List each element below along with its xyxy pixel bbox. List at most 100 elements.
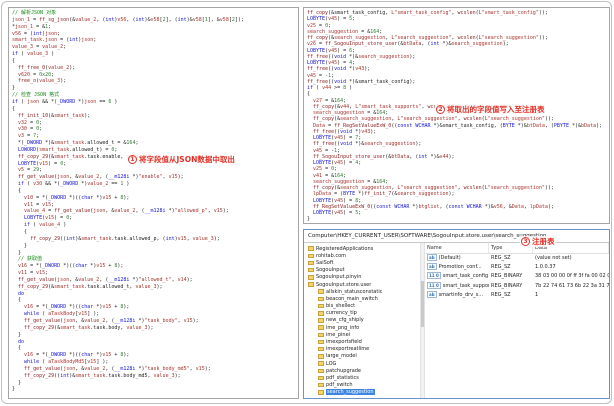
registry-tree-item[interactable]: rohitab.com: [304, 252, 420, 259]
circled-number-1-icon: 1: [128, 155, 137, 164]
value-type: REG_SZ: [491, 255, 511, 261]
code-line: v11 = v15;: [18, 270, 49, 277]
folder-icon: [308, 260, 314, 266]
code-line: if ( value_4 ): [24, 222, 67, 229]
annotation-2: 2 将取出的字段值写入至注册表: [435, 104, 546, 115]
tree-item-label: beacon_main_switch: [326, 295, 378, 302]
annotation-1: 1 将字段值从JSON数据中取出: [127, 154, 236, 165]
registry-tree-item[interactable]: RegisteredApplications: [304, 245, 420, 252]
folder-icon: [318, 382, 324, 388]
registry-tree-item[interactable]: LOG: [304, 360, 420, 367]
tree-item-label: large_model: [326, 353, 357, 360]
code-line: if ( json && *(_DWORD *)json == 6 ): [12, 98, 118, 105]
tree-item-label: ime_png_info: [326, 324, 360, 331]
code-line: LOWORD(smart_task.allowed_t) = 0;: [18, 146, 118, 153]
registry-editor-panel: Computer\HKEY_CURRENT_USER\SOFTWARE\Sogo…: [303, 229, 610, 399]
registry-tree-item[interactable]: pdf_switch: [304, 382, 420, 389]
code-line: }: [12, 386, 16, 393]
tree-item-label: RegisteredApplications: [316, 245, 374, 252]
code-line: if ( value_3 ): [12, 51, 55, 58]
code-line: while ( aTaskBodyMd5[v15] );: [24, 359, 109, 366]
code-line: json_1 = ff_sg_json(&value_2, (int)v56, …: [12, 16, 244, 23]
code-line: v16 = *(_DWORD *)((char *)v15 + 8);: [18, 263, 124, 270]
code-line: v56 = (int)json;: [12, 30, 61, 37]
code-line: ff_init_10(&smart_task);: [18, 112, 91, 119]
registry-tree-item[interactable]: SogouInput.pinyin: [304, 274, 420, 281]
code-line: do: [18, 338, 25, 345]
registry-address-bar[interactable]: Computer\HKEY_CURRENT_USER\SOFTWARE\Sogo…: [304, 230, 609, 243]
registry-tree-item[interactable]: large_model: [304, 353, 420, 360]
registry-tree-item[interactable]: SogouInput.store.user: [304, 281, 420, 288]
registry-value-row[interactable]: 11 0 smart_task_config REG_BINARY 38 03 00 …: [425, 272, 609, 281]
folder-icon: [318, 390, 324, 395]
code-line: ff_copy_29(&smart_task.task.body, value_…: [24, 324, 154, 331]
ida-pseudocode-panel-registry-write: ff_copy(&smart_task_config, L"smart_task…: [303, 7, 610, 224]
registry-tree-item[interactable]: imexportreatlime: [304, 346, 420, 353]
code-line: value_3 = value_2;: [12, 44, 67, 51]
figure-frame: // 解析JSON 对象 json_1 = ff_sg_json(&value_2…: [1, 1, 612, 404]
registry-tree-item[interactable]: new_cfg_shiply: [304, 317, 420, 324]
tree-scrollbar[interactable]: [420, 243, 425, 398]
value-data: 1.0.0.37: [535, 264, 556, 271]
value-type: REG_SZ: [491, 264, 511, 271]
code-line: {: [12, 187, 22, 194]
folder-icon: [308, 267, 314, 273]
registry-tree-item[interactable]: search_suggestion: [304, 389, 420, 396]
code-line: // 检查 JSON 格式: [12, 92, 60, 99]
folder-icon: [318, 354, 324, 359]
registry-value-row[interactable]: ab Promotion_conf... REG_SZ 1.0.0.37: [425, 263, 609, 272]
code-line: {: [12, 105, 16, 112]
registry-tree-item[interactable]: ime_png_info: [304, 324, 420, 331]
code-line: {: [12, 297, 22, 304]
code-line: {: [12, 229, 28, 235]
tree-item-label: allskin_statusconstatic: [326, 288, 383, 295]
code-listing-registry-write: ff_copy(&smart_task_config, L"smart_task…: [304, 8, 609, 223]
tree-item-label: imexportsfield: [326, 339, 362, 346]
folder-icon: [318, 375, 324, 381]
code-line: ff_copy_29((int)&smart_task.task.body_md…: [24, 372, 181, 379]
scrollbar-thumb[interactable]: [421, 281, 424, 327]
registry-tree-item[interactable]: allskin_statusconstatic: [304, 288, 420, 295]
registry-body: RegisteredApplications rohitab.com SaiSoft…: [304, 243, 609, 398]
tree-item-label: imexportreatlime: [326, 346, 370, 353]
tree-item-label: bis_shellect: [326, 303, 356, 310]
registry-tree-item[interactable]: bis_shellect: [304, 303, 420, 310]
registry-tree-item[interactable]: currency_tip: [304, 310, 420, 317]
registry-value-row[interactable]: ab smartinfo_drv_s... REG_SZ 1: [425, 290, 609, 300]
code-line: ff_copy_29((int)&smart_task.task.allowed…: [30, 235, 220, 242]
code-line: {: [12, 57, 16, 64]
registry-tree-item[interactable]: pdf_statistics: [304, 374, 420, 381]
registry-tree-item[interactable]: patchupgrade: [304, 367, 420, 374]
folder-icon: [318, 318, 324, 323]
value-type: REG_BINARY: [491, 273, 523, 280]
registry-tree-item[interactable]: ime_pinei: [304, 331, 420, 338]
code-line: LOBYTE(v15) = 0;: [24, 215, 73, 222]
code-line: ff_free_0(value_2);: [18, 64, 76, 71]
code-line: }: [307, 216, 311, 223]
code-line: smart_task.json = (int)json;: [12, 37, 97, 44]
code-line: // 解析JSON 对象: [12, 10, 57, 16]
code-listing-json-parse: // 解析JSON 对象 json_1 = ff_sg_json(&value_2…: [9, 8, 298, 395]
value-list-header: Name Type Data: [425, 243, 609, 254]
tree-item-label: SogouInput.pinyin: [316, 274, 362, 281]
registry-tree-item[interactable]: beacon_main_switch: [304, 295, 420, 302]
registry-key-tree: RegisteredApplications rohitab.com SaiSoft…: [304, 243, 420, 398]
tree-item-label: SogouInput: [316, 267, 345, 274]
registry-value-row[interactable]: 11 0 smart_task_support REG_BINARY 7b 22 74…: [425, 281, 609, 291]
folder-icon: [308, 253, 314, 259]
code-line: v30 = 0;: [18, 126, 43, 133]
registry-tree-item[interactable]: SaiSoft: [304, 259, 420, 266]
value-type: REG_SZ: [491, 291, 511, 298]
tree-item-label: ime_pinei: [326, 331, 351, 338]
registry-value-list: Name Type Data ab (Default) REG_SZ (value not…: [425, 243, 609, 398]
tree-item-label: pdf_statistics: [326, 374, 359, 381]
registry-tree-item[interactable]: imexportsfield: [304, 338, 420, 345]
column-header-name[interactable]: Name: [425, 243, 489, 253]
tree-item-label: LOG: [326, 360, 337, 367]
registry-tree-item[interactable]: SogouInput: [304, 267, 420, 274]
registry-value-row[interactable]: ab (Default) REG_SZ (value not set): [425, 254, 609, 263]
reg-sz-icon: ab: [427, 263, 437, 271]
reg-binary-icon: 11 0: [427, 281, 441, 289]
code-line: // 获取值: [12, 256, 43, 263]
code-line: v11 = v15;: [24, 201, 55, 208]
